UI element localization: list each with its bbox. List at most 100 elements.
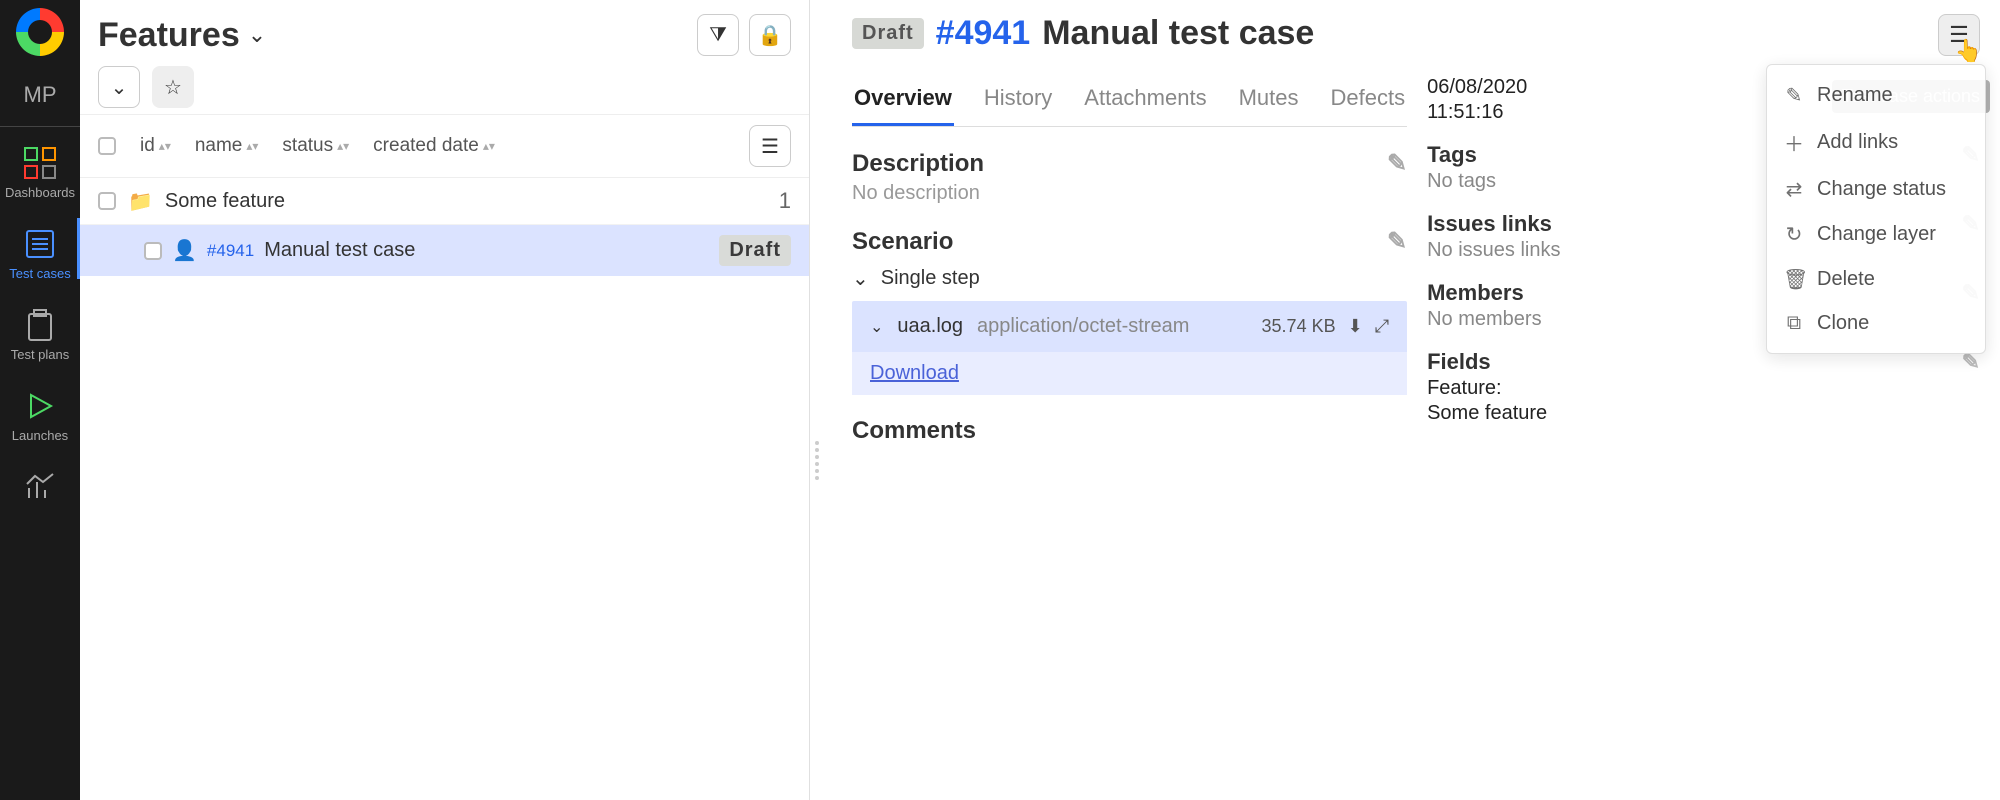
test-plans-icon <box>22 307 58 343</box>
testcase-tabs: Overview History Attachments Mutes Defec… <box>852 77 1407 127</box>
star-icon: ☆ <box>164 75 182 100</box>
tab-attachments[interactable]: Attachments <box>1082 77 1208 126</box>
description-section: Description ✎ No description <box>852 149 1407 205</box>
col-id[interactable]: id▴▾ <box>140 135 171 157</box>
features-panel: Features ⌄ ⧩ 🔒 ⌄ ☆ id▴▾ name▴▾ status▴▾ … <box>80 0 810 800</box>
attachment-name: uaa.log <box>897 315 963 338</box>
testcase-title: Manual test case <box>1042 14 1314 53</box>
col-status[interactable]: status▴▾ <box>282 135 349 157</box>
testcase-id[interactable]: #4941 <box>936 14 1031 53</box>
app-sidebar: MP Dashboards Test cases Test plans Laun… <box>0 0 80 800</box>
plus-icon: ＋ <box>1783 128 1805 157</box>
nav-dashboards[interactable]: Dashboards <box>0 127 80 208</box>
workspace-badge[interactable]: MP <box>0 64 80 127</box>
comments-section: Comments <box>852 417 1407 445</box>
action-change-status[interactable]: ⇄Change status <box>1767 167 1985 212</box>
launches-icon <box>22 388 58 424</box>
tab-history[interactable]: History <box>982 77 1054 126</box>
pencil-icon: ✎ <box>1783 83 1805 108</box>
actions-dropdown: ✎Rename ＋Add links ⇄Change status ↻Chang… <box>1766 64 1986 354</box>
list-view-button[interactable]: ☰ <box>749 125 791 167</box>
col-name[interactable]: name▴▾ <box>195 135 259 157</box>
cursor-icon: 👆 <box>1955 38 1982 64</box>
action-delete[interactable]: 🗑Delete <box>1767 257 1985 302</box>
chevron-down-icon: ⌄ <box>852 266 869 291</box>
person-icon: 👤 <box>172 238 197 263</box>
analytics-icon <box>22 469 58 505</box>
refresh-icon: ↻ <box>1783 222 1805 247</box>
testcase-id[interactable]: #4941 <box>207 241 254 261</box>
panel-title: Features <box>98 16 240 55</box>
swap-icon: ⇄ <box>1783 177 1805 202</box>
edit-scenario-button[interactable]: ✎ <box>1387 227 1407 256</box>
action-clone[interactable]: ⧉Clone <box>1767 302 1985 345</box>
features-title-dropdown[interactable]: Features ⌄ <box>98 16 266 55</box>
lock-button[interactable]: 🔒 <box>749 14 791 56</box>
sort-icon: ▴▾ <box>337 142 349 150</box>
download-link[interactable]: Download <box>870 362 959 384</box>
scenario-step[interactable]: ⌄ Single step <box>852 266 1407 291</box>
collapse-all-button[interactable]: ⌄ <box>98 66 140 108</box>
filter-button[interactable]: ⧩ <box>697 14 739 56</box>
list-icon: ☰ <box>761 134 779 159</box>
nav-analytics[interactable] <box>0 451 80 517</box>
chevron-down-icon: ⌄ <box>870 317 883 337</box>
col-created[interactable]: created date▴▾ <box>373 135 495 157</box>
testcase-panel: Draft #4941 Manual test case Overview Hi… <box>824 0 2000 800</box>
nav-label: Dashboards <box>5 185 75 200</box>
feature-tree: 📁 Some feature 1 👤 #4941 Manual test cas… <box>80 178 809 276</box>
nav-launches[interactable]: Launches <box>0 370 80 451</box>
app-logo[interactable] <box>16 8 64 56</box>
nav-test-cases[interactable]: Test cases <box>0 208 80 289</box>
attachment-block: ⌄ uaa.log application/octet-stream 35.74… <box>852 301 1407 395</box>
field-label: Feature: <box>1427 377 1980 400</box>
action-add-links[interactable]: ＋Add links <box>1767 118 1985 167</box>
feature-row[interactable]: 📁 Some feature 1 <box>80 178 809 225</box>
sort-icon: ▴▾ <box>246 142 258 150</box>
step-name: Single step <box>881 267 980 290</box>
download-icon[interactable]: ⬇ <box>1348 316 1363 337</box>
testcase-row[interactable]: 👤 #4941 Manual test case Draft <box>80 225 809 276</box>
column-header-row: id▴▾ name▴▾ status▴▾ created date▴▾ ☰ <box>80 114 809 178</box>
testcase-header: Draft #4941 Manual test case <box>852 14 1407 53</box>
select-all-checkbox[interactable] <box>98 137 116 155</box>
chevron-down-icon: ⌄ <box>111 75 128 100</box>
star-button[interactable]: ☆ <box>152 66 194 108</box>
funnel-icon: ⧩ <box>709 24 727 47</box>
resize-handle[interactable] <box>810 0 824 800</box>
dashboards-icon <box>22 145 58 181</box>
field-value: Some feature <box>1427 402 1980 425</box>
tab-defects[interactable]: Defects <box>1329 77 1408 126</box>
fields-block: Fields✎ Feature: Some feature <box>1427 349 1980 425</box>
testcase-name: Manual test case <box>264 239 415 262</box>
row-checkbox[interactable] <box>144 242 162 260</box>
tab-mutes[interactable]: Mutes <box>1237 77 1301 126</box>
section-heading: Description <box>852 150 984 178</box>
chevron-down-icon: ⌄ <box>248 22 266 48</box>
status-badge: Draft <box>852 18 924 49</box>
sort-icon: ▴▾ <box>159 142 171 150</box>
tab-overview[interactable]: Overview <box>852 77 954 126</box>
action-change-layer[interactable]: ↻Change layer <box>1767 212 1985 257</box>
edit-description-button[interactable]: ✎ <box>1387 149 1407 178</box>
attachment-mime: application/octet-stream <box>977 315 1189 338</box>
row-checkbox[interactable] <box>98 192 116 210</box>
attachment-header[interactable]: ⌄ uaa.log application/octet-stream 35.74… <box>852 301 1407 352</box>
description-value: No description <box>852 182 1407 205</box>
feature-count: 1 <box>779 188 791 214</box>
nav-label: Launches <box>12 428 68 443</box>
trash-icon: 🗑 <box>1783 267 1805 292</box>
feature-name: Some feature <box>165 190 285 213</box>
status-badge: Draft <box>719 235 791 266</box>
section-heading: Scenario <box>852 228 953 256</box>
nav-label: Test plans <box>11 347 70 362</box>
folder-icon: 📁 <box>128 189 153 214</box>
action-rename[interactable]: ✎Rename <box>1767 73 1985 118</box>
attachment-size: 35.74 KB <box>1262 316 1336 337</box>
sort-icon: ▴▾ <box>483 142 495 150</box>
copy-icon: ⧉ <box>1783 312 1805 335</box>
nav-test-plans[interactable]: Test plans <box>0 289 80 370</box>
lock-icon: 🔒 <box>758 23 783 48</box>
test-cases-icon <box>22 226 58 262</box>
expand-icon[interactable]: ⤢ <box>1375 316 1389 337</box>
